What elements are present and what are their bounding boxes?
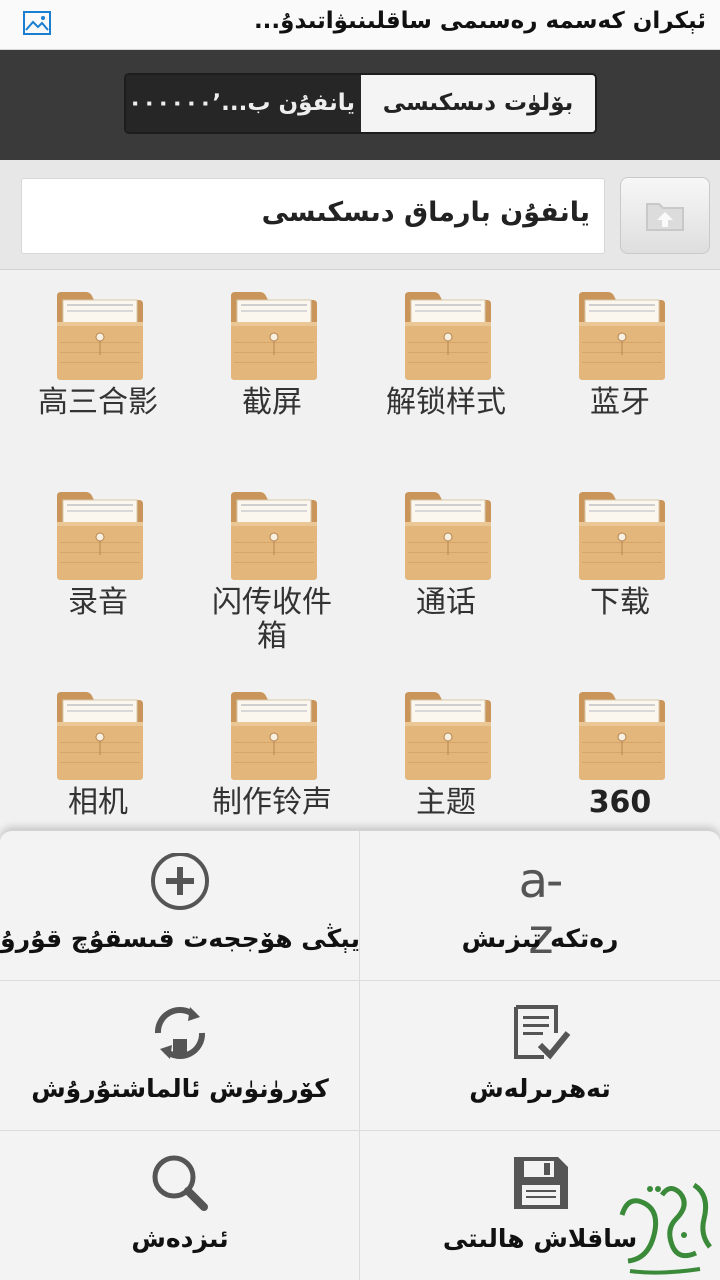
phone-storage-value: ٬٠٠٠٠٠٠٬ — [126, 90, 222, 116]
folder-name: 下载 — [590, 585, 650, 620]
folder-icon — [404, 491, 492, 581]
search-button[interactable]: ئىزدەش — [0, 1131, 360, 1280]
folder-name: 闪传收件箱 — [212, 585, 332, 654]
folder-grid: 高三合影 截屏 解锁样式 蓝牙 录音 闪传收件箱 通话 下载 相机 制作铃声 主… — [0, 270, 720, 832]
folder-item[interactable]: 下载 — [533, 470, 707, 670]
folder-name: 录音 — [68, 585, 128, 620]
folder-icon — [404, 691, 492, 781]
folder-name: 制作铃声 — [212, 785, 332, 820]
new-folder-label: يېڭى ھۆججەت قىسقۇچ قۇرۇش — [0, 924, 360, 953]
folder-icon — [578, 691, 666, 781]
folder-icon — [230, 691, 318, 781]
search-label: ئىزدەش — [131, 1224, 229, 1253]
tab-cloud-storage[interactable]: بۆلۈت دىسكىسى — [361, 75, 595, 132]
folder-name: 截屏 — [242, 385, 302, 420]
edit-button[interactable]: تەھرىرلەش — [360, 981, 720, 1131]
folder-item[interactable]: 解锁样式 — [359, 270, 533, 470]
switch-view-icon — [154, 1006, 206, 1060]
folder-icon — [56, 291, 144, 381]
sort-az-icon: a-z — [518, 853, 564, 965]
edit-label: تەھرىرلەش — [469, 1074, 611, 1103]
folder-up-icon — [646, 203, 684, 231]
folder-item[interactable]: 闪传收件箱 — [185, 470, 359, 670]
storage-selector-band: يانفۇن ب...٬٠٠٠٠٠٠٬ بۆلۈت دىسكىسى — [0, 50, 720, 160]
folder-icon — [230, 491, 318, 581]
sort-label: رەتكە تىزىش — [461, 924, 619, 953]
folder-icon — [578, 491, 666, 581]
sort-button[interactable]: a-z رەتكە تىزىش — [360, 831, 720, 981]
folder-icon — [578, 291, 666, 381]
folder-name: 相机 — [68, 785, 128, 820]
title-bar: ئېكران كەسمە رەسىمى ساقلىنىۋاتىدۇ... — [0, 0, 720, 50]
folder-name: 蓝牙 — [590, 385, 650, 420]
folder-item[interactable]: 截屏 — [185, 270, 359, 470]
new-folder-button[interactable]: يېڭى ھۆججەت قىسقۇچ قۇرۇش — [0, 831, 360, 981]
folder-icon — [56, 691, 144, 781]
folder-name: 360 — [588, 785, 652, 820]
folder-item[interactable]: 高三合影 — [11, 270, 185, 470]
search-icon — [152, 1155, 208, 1211]
folder-name: 通话 — [416, 585, 476, 620]
edit-checklist-icon — [514, 1005, 571, 1060]
switch-view-label: كۆرۈنۈش ئالماشتۇرۇش — [31, 1074, 329, 1103]
folder-icon — [56, 491, 144, 581]
folder-icon — [404, 291, 492, 381]
folder-name: 解锁样式 — [386, 385, 506, 420]
folder-icon — [230, 291, 318, 381]
switch-view-button[interactable]: كۆرۈنۈش ئالماشتۇرۇش — [0, 981, 360, 1131]
phone-storage-label: يانفۇن ب... — [221, 90, 355, 116]
folder-name: 高三合影 — [38, 385, 158, 420]
path-bar: يانفۇن بارماق دىسكىسى — [0, 160, 720, 270]
picture-icon[interactable] — [22, 10, 52, 38]
plus-circle-icon — [151, 853, 209, 910]
folder-item[interactable]: 录音 — [11, 470, 185, 670]
notification-title: ئېكران كەسمە رەسىمى ساقلىنىۋاتىدۇ... — [253, 8, 706, 34]
watermark-logo — [619, 1182, 712, 1275]
tab-phone-storage[interactable]: يانفۇن ب...٬٠٠٠٠٠٠٬ — [126, 75, 361, 132]
folder-name: 主题 — [416, 785, 476, 820]
folder-item[interactable]: 蓝牙 — [533, 270, 707, 470]
storage-segment-control: يانفۇن ب...٬٠٠٠٠٠٠٬ بۆلۈت دىسكىسى — [124, 73, 597, 134]
folder-up-button[interactable] — [620, 177, 710, 254]
save-floppy-icon — [514, 1157, 568, 1209]
current-path: يانفۇن بارماق دىسكىسى — [21, 178, 605, 254]
folder-item[interactable]: 通话 — [359, 470, 533, 670]
